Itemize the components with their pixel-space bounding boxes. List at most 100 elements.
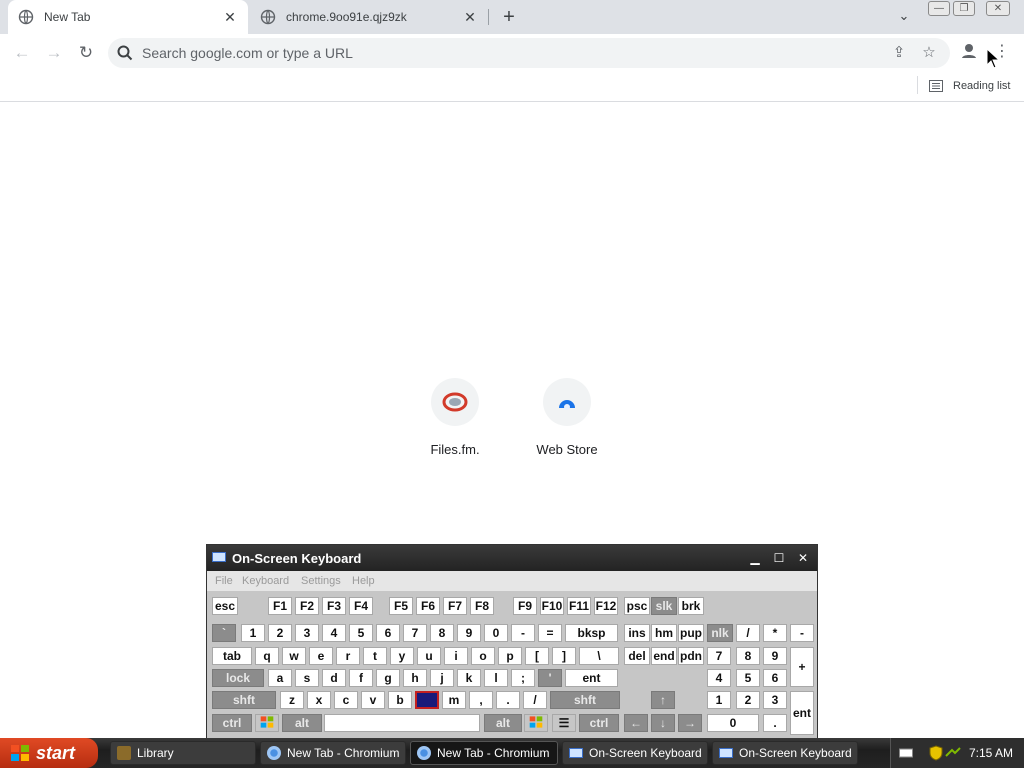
- forward-button[interactable]: →: [42, 41, 66, 65]
- key-8[interactable]: 8: [430, 624, 454, 642]
- key-shft[interactable]: shft: [212, 691, 276, 709]
- key-f8[interactable]: F8: [470, 597, 494, 615]
- osk-title-bar[interactable]: On-Screen Keyboard ▁ ☐ ✕: [207, 545, 817, 571]
- minimize-button[interactable]: —: [928, 1, 950, 16]
- key-symbol[interactable]: -: [790, 624, 814, 642]
- key-symbol[interactable]: ;: [511, 669, 535, 687]
- key-ctrl[interactable]: ctrl: [212, 714, 252, 732]
- key-ctrl[interactable]: ctrl: [579, 714, 619, 732]
- address-input[interactable]: [142, 38, 842, 68]
- security-shield-icon[interactable]: [929, 745, 943, 761]
- key-t[interactable]: t: [363, 647, 387, 665]
- key-0[interactable]: 0: [484, 624, 508, 642]
- close-tab-icon[interactable]: ✕: [462, 9, 478, 25]
- back-button[interactable]: ←: [10, 41, 34, 65]
- tab-search-chevron-icon[interactable]: ⌄: [894, 8, 914, 26]
- key-e[interactable]: e: [309, 647, 333, 665]
- key-g[interactable]: g: [376, 669, 400, 687]
- key-symbol[interactable]: /: [523, 691, 547, 709]
- key-symbol[interactable]: ]: [552, 647, 576, 665]
- key-symbol[interactable]: [: [525, 647, 549, 665]
- key-f1[interactable]: F1: [268, 597, 292, 615]
- key-symbol[interactable]: ,: [469, 691, 493, 709]
- key-f3[interactable]: F3: [322, 597, 346, 615]
- key-d[interactable]: d: [322, 669, 346, 687]
- key-hm[interactable]: hm: [651, 624, 677, 642]
- key-bksp[interactable]: bksp: [565, 624, 618, 642]
- menu-help[interactable]: Help: [352, 575, 375, 587]
- key-symbol[interactable]: .: [763, 714, 787, 732]
- key-8[interactable]: 8: [736, 647, 760, 665]
- key-9[interactable]: 9: [763, 647, 787, 665]
- taskbar-item-library[interactable]: Library: [110, 741, 256, 765]
- reading-list-button[interactable]: Reading list: [929, 76, 1010, 96]
- key-m[interactable]: m: [442, 691, 466, 709]
- key-pup[interactable]: pup: [678, 624, 704, 642]
- key-3[interactable]: 3: [295, 624, 319, 642]
- key-f7[interactable]: F7: [443, 597, 467, 615]
- key-ent[interactable]: ent: [565, 669, 618, 687]
- key-symbol[interactable]: -: [511, 624, 535, 642]
- key-symbol[interactable]: *: [763, 624, 787, 642]
- tab-new-tab[interactable]: New Tab ✕: [8, 0, 248, 34]
- key-symbol[interactable]: →: [678, 714, 702, 732]
- key-nlk[interactable]: nlk: [707, 624, 733, 642]
- key-p[interactable]: p: [498, 647, 522, 665]
- key-3[interactable]: 3: [763, 691, 787, 709]
- key-f11[interactable]: F11: [567, 597, 591, 615]
- key-2[interactable]: 2: [268, 624, 292, 642]
- close-window-button[interactable]: ✕: [986, 1, 1010, 16]
- reload-button[interactable]: ↻: [74, 41, 98, 65]
- omnibox[interactable]: ⇪ ☆: [108, 38, 950, 68]
- key-s[interactable]: s: [295, 669, 319, 687]
- key-psc[interactable]: psc: [624, 597, 650, 615]
- key-symbol[interactable]: ↑: [651, 691, 675, 709]
- key-symbol[interactable]: .: [496, 691, 520, 709]
- key-symbol[interactable]: /: [736, 624, 760, 642]
- new-tab-button[interactable]: +: [498, 6, 520, 28]
- key-symbol[interactable]: =: [538, 624, 562, 642]
- network-icon[interactable]: [945, 746, 961, 760]
- key-f12[interactable]: F12: [594, 597, 618, 615]
- key-h[interactable]: h: [403, 669, 427, 687]
- key-2[interactable]: 2: [736, 691, 760, 709]
- restore-button[interactable]: ❐: [953, 1, 975, 16]
- key-9[interactable]: 9: [457, 624, 481, 642]
- osk-minimize-button[interactable]: ▁: [745, 550, 765, 567]
- key-1[interactable]: 1: [707, 691, 731, 709]
- key-f2[interactable]: F2: [295, 597, 319, 615]
- key-f6[interactable]: F6: [416, 597, 440, 615]
- key-0[interactable]: 0: [707, 714, 759, 732]
- bookmark-star-icon[interactable]: ☆: [920, 44, 938, 62]
- menu-file[interactable]: File: [215, 575, 233, 587]
- key-alt[interactable]: alt: [484, 714, 522, 732]
- key-symbol[interactable]: ↓: [651, 714, 675, 732]
- key-ins[interactable]: ins: [624, 624, 650, 642]
- key-space[interactable]: [324, 714, 480, 732]
- key-v[interactable]: v: [361, 691, 385, 709]
- key-4[interactable]: 4: [322, 624, 346, 642]
- osk-maximize-button[interactable]: ☐: [769, 550, 789, 567]
- key-y[interactable]: y: [390, 647, 414, 665]
- key-alt[interactable]: alt: [282, 714, 322, 732]
- key-f10[interactable]: F10: [540, 597, 564, 615]
- keyboard-tray-icon[interactable]: [899, 746, 913, 760]
- key-f[interactable]: f: [349, 669, 373, 687]
- osk-close-button[interactable]: ✕: [793, 550, 813, 567]
- context-menu-key-icon[interactable]: ☰: [552, 714, 576, 732]
- menu-settings[interactable]: Settings: [301, 575, 341, 587]
- key-end[interactable]: end: [651, 647, 677, 665]
- taskbar-item-osk[interactable]: On-Screen Keyboard: [712, 741, 858, 765]
- key-r[interactable]: r: [336, 647, 360, 665]
- key-5[interactable]: 5: [349, 624, 373, 642]
- key-4[interactable]: 4: [707, 669, 731, 687]
- key-f4[interactable]: F4: [349, 597, 373, 615]
- key-5[interactable]: 5: [736, 669, 760, 687]
- key-a[interactable]: a: [268, 669, 292, 687]
- key-6[interactable]: 6: [763, 669, 787, 687]
- key-slk[interactable]: slk: [651, 597, 677, 615]
- key-c[interactable]: c: [334, 691, 358, 709]
- windows-key-icon[interactable]: [524, 714, 548, 732]
- key-o[interactable]: o: [471, 647, 495, 665]
- shortcut-tile[interactable]: Web Store: [512, 375, 622, 457]
